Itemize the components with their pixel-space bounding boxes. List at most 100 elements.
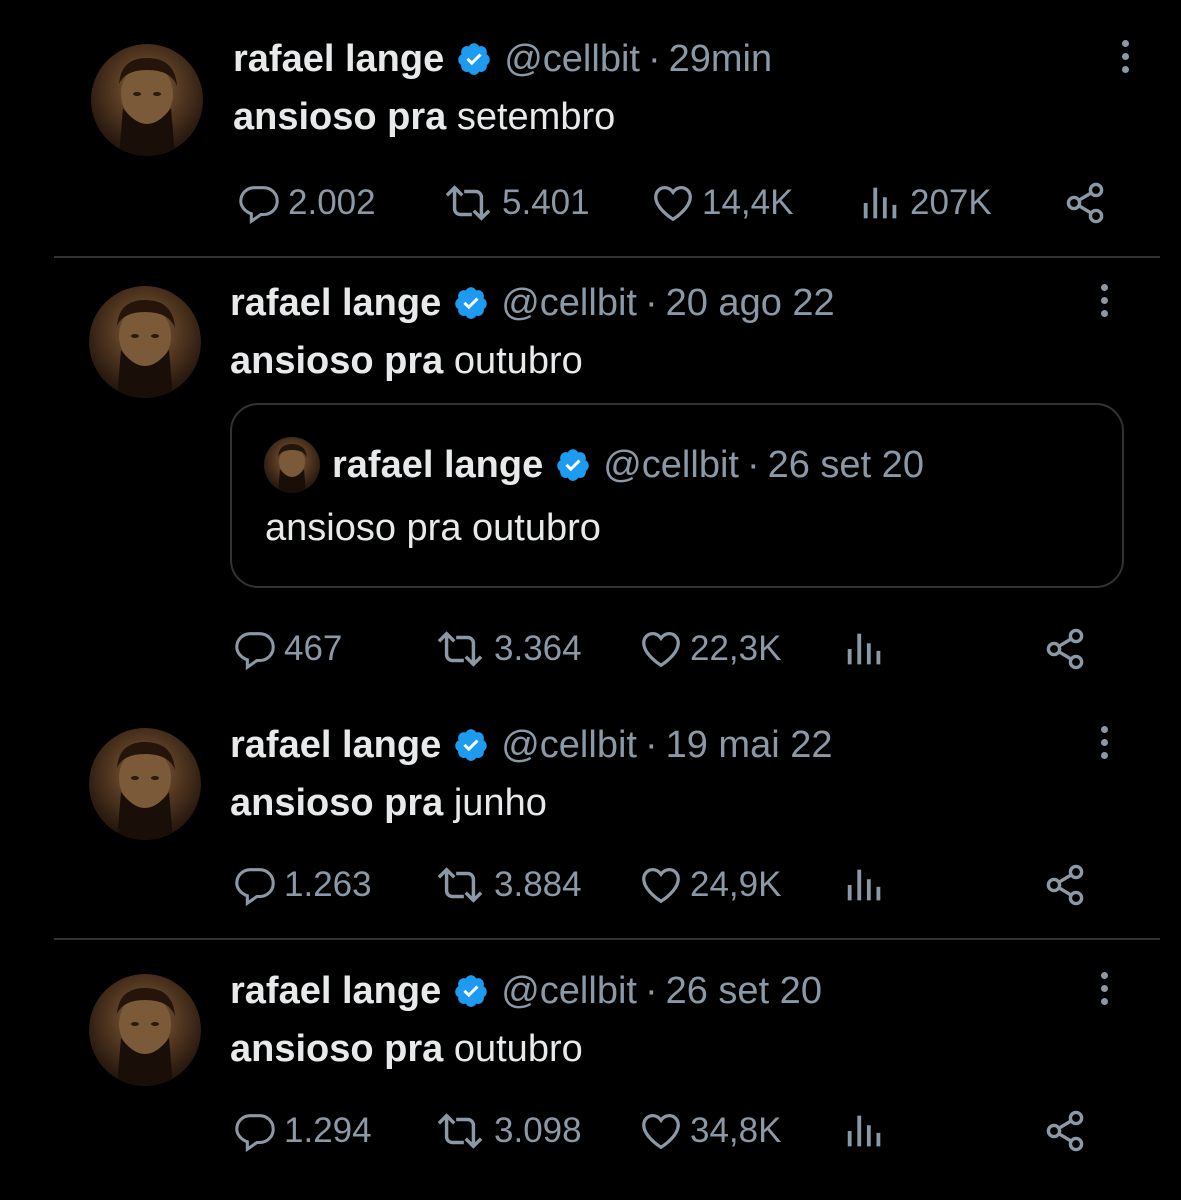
like-button[interactable]: 34,8K — [638, 1106, 781, 1156]
author-name[interactable]: rafael lange — [230, 282, 441, 325]
share-button[interactable] — [1042, 624, 1090, 674]
tweet-text-bold: ansioso pra — [230, 782, 444, 824]
action-bar: 1.294 3.098 34,8K — [0, 1106, 1181, 1156]
reply-count: 467 — [284, 629, 343, 668]
tweet-text-bold: ansioso pra — [230, 1028, 444, 1070]
tweet[interactable]: rafael lange @cellbit · 29min ansioso pr… — [0, 0, 1181, 256]
retweet-arrows-icon — [437, 631, 483, 667]
tweet-text: ansioso pra junho — [230, 782, 547, 825]
bar-chart-icon — [847, 1115, 881, 1147]
avatar[interactable] — [89, 974, 201, 1086]
separator-dot: · — [644, 281, 658, 324]
heart-icon — [654, 186, 692, 222]
action-bar: 2.002 5.401 14,4K 207K — [0, 178, 1181, 228]
separator-dot: · — [647, 37, 661, 80]
author-name[interactable]: rafael lange — [233, 38, 444, 81]
author-handle[interactable]: @cellbit — [501, 282, 637, 325]
timestamp[interactable]: 20 ago 22 — [666, 282, 835, 325]
quoted-tweet-text: ansioso pra outubro — [265, 507, 601, 549]
author-name[interactable]: rafael lange — [230, 724, 441, 767]
profile-photo — [119, 58, 177, 156]
reply-count: 1.294 — [284, 1111, 372, 1150]
retweet-button[interactable]: 5.401 — [440, 178, 590, 228]
tweet-text: ansioso pra outubro — [230, 340, 583, 383]
share-nodes-icon — [1046, 1110, 1084, 1152]
profile-photo — [117, 742, 175, 840]
separator-dot: · — [644, 723, 658, 766]
like-count: 34,8K — [690, 1111, 782, 1150]
bar-chart-icon — [847, 869, 881, 901]
author-handle[interactable]: @cellbit — [501, 970, 637, 1013]
heart-icon — [642, 868, 680, 904]
retweet-arrows-icon — [437, 1113, 483, 1149]
quoted-author-handle: @cellbit — [603, 443, 739, 486]
views-button[interactable] — [842, 624, 894, 674]
tweet[interactable]: rafael lange @cellbit · 26 set 20 ansios… — [0, 946, 1181, 1200]
like-button[interactable]: 14,4K — [650, 178, 793, 228]
separator-dot: · — [746, 443, 760, 486]
retweet-count: 3.364 — [494, 629, 582, 668]
reply-count: 2.002 — [288, 183, 376, 222]
verified-badge-icon — [453, 973, 489, 1009]
tweet-text: ansioso pra setembro — [233, 96, 615, 139]
heart-icon — [642, 1114, 680, 1150]
tweet-text-rest: junho — [443, 782, 547, 824]
share-button[interactable] — [1062, 178, 1110, 228]
quoted-tweet[interactable]: rafael lange @cellbit · 26 set 20 ansios… — [230, 403, 1124, 588]
like-button[interactable]: 24,9K — [638, 860, 781, 910]
quoted-author-name: rafael lange — [332, 443, 544, 486]
vertical-ellipsis-icon[interactable] — [1098, 284, 1110, 324]
avatar[interactable] — [89, 286, 201, 398]
quoted-timestamp: 26 set 20 — [767, 443, 924, 486]
retweet-button[interactable]: 3.884 — [432, 860, 582, 910]
timestamp[interactable]: 29min — [669, 38, 773, 81]
tweet[interactable]: rafael lange @cellbit · 19 mai 22 ansios… — [0, 700, 1181, 938]
avatar[interactable] — [89, 728, 201, 840]
like-count: 14,4K — [702, 183, 794, 222]
verified-badge-icon — [456, 41, 492, 77]
retweet-button[interactable]: 3.098 — [432, 1106, 582, 1156]
timestamp[interactable]: 19 mai 22 — [666, 724, 833, 767]
reply-count: 1.263 — [284, 865, 372, 904]
author-name[interactable]: rafael lange — [230, 970, 441, 1013]
retweet-button[interactable]: 3.364 — [432, 624, 582, 674]
retweet-arrows-icon — [437, 867, 483, 903]
bar-chart-icon — [847, 633, 881, 665]
vertical-ellipsis-icon[interactable] — [1098, 726, 1110, 766]
profile-photo — [117, 300, 175, 398]
tweet-text-rest: outubro — [443, 1028, 583, 1070]
profile-photo — [117, 988, 175, 1086]
views-button[interactable]: 207K — [858, 178, 992, 228]
action-bar: 467 3.364 22,3K — [0, 624, 1181, 674]
views-button[interactable] — [842, 860, 894, 910]
avatar[interactable] — [91, 44, 203, 156]
speech-bubble-icon — [239, 186, 279, 225]
share-button[interactable] — [1042, 860, 1090, 910]
vertical-ellipsis-icon[interactable] — [1119, 40, 1131, 80]
vertical-ellipsis-icon[interactable] — [1098, 972, 1110, 1012]
tweet-text-rest: outubro — [443, 340, 583, 382]
reply-button[interactable]: 467 — [232, 624, 342, 674]
views-button[interactable] — [842, 1106, 894, 1156]
author-handle[interactable]: @cellbit — [501, 724, 637, 767]
action-bar: 1.263 3.884 24,9K — [0, 860, 1181, 910]
tweet-text: ansioso pra outubro — [230, 1028, 583, 1071]
quoted-avatar — [264, 437, 320, 493]
retweet-count: 3.884 — [494, 865, 582, 904]
share-button[interactable] — [1042, 1106, 1090, 1156]
reply-button[interactable]: 1.294 — [232, 1106, 372, 1156]
like-button[interactable]: 22,3K — [638, 624, 781, 674]
reply-button[interactable]: 1.263 — [232, 860, 372, 910]
retweet-arrows-icon — [445, 185, 491, 221]
speech-bubble-icon — [235, 1114, 275, 1153]
like-count: 22,3K — [690, 629, 782, 668]
separator-dot: · — [644, 969, 658, 1012]
reply-button[interactable]: 2.002 — [236, 178, 376, 228]
author-handle[interactable]: @cellbit — [504, 38, 640, 81]
tweet-text-rest: setembro — [446, 96, 616, 138]
retweet-count: 5.401 — [502, 183, 590, 222]
verified-badge-icon — [453, 727, 489, 763]
timestamp[interactable]: 26 set 20 — [666, 970, 822, 1013]
views-count: 207K — [910, 183, 992, 222]
tweet[interactable]: rafael lange @cellbit · 20 ago 22 ansios… — [0, 258, 1181, 698]
